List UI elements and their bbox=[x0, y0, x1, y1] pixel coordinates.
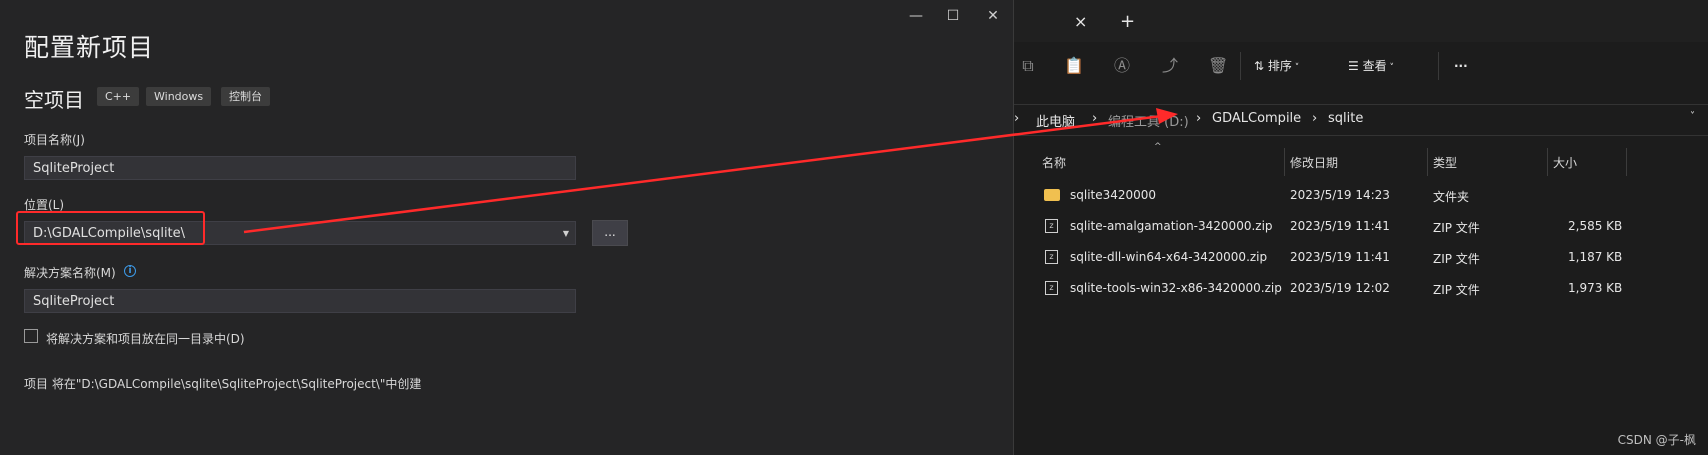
copy-icon[interactable]: ⧉ bbox=[1018, 56, 1038, 76]
view-icon: ☰ bbox=[1348, 59, 1363, 73]
file-row[interactable]: z sqlite-dll-win64-x64-3420000.zip 2023/… bbox=[1014, 244, 1708, 272]
tab-bar: × + bbox=[1014, 0, 1708, 42]
chevron-right-icon: › bbox=[1092, 111, 1098, 126]
close-icon[interactable]: ✕ bbox=[978, 6, 1008, 26]
rename-icon[interactable]: Ⓐ bbox=[1112, 56, 1132, 76]
project-name-label: 项目名称(J) bbox=[24, 133, 85, 147]
browse-button[interactable]: ... bbox=[592, 220, 628, 246]
file-name: sqlite-dll-win64-x64-3420000.zip bbox=[1070, 250, 1268, 264]
file-type: ZIP 文件 bbox=[1433, 283, 1480, 297]
sort-button[interactable]: ⇅ 排序 ˅ bbox=[1254, 56, 1299, 78]
file-type: ZIP 文件 bbox=[1433, 252, 1480, 266]
zip-icon: z bbox=[1045, 281, 1058, 295]
new-tab-icon[interactable]: + bbox=[1120, 11, 1135, 32]
more-options-button[interactable]: ··· bbox=[1454, 56, 1468, 76]
column-header-date[interactable]: 修改日期 bbox=[1290, 154, 1338, 171]
file-name: sqlite-tools-win32-x86-3420000.zip bbox=[1070, 281, 1282, 295]
info-icon[interactable]: i bbox=[124, 265, 136, 277]
column-divider[interactable] bbox=[1547, 148, 1548, 176]
file-date: 2023/5/19 14:23 bbox=[1290, 188, 1390, 202]
address-bar[interactable]: › 此电脑 › 编程工具 (D:) › GDALCompile › sqlite… bbox=[1014, 104, 1708, 136]
paste-icon[interactable]: 📋 bbox=[1064, 56, 1084, 76]
chevron-right-icon: › bbox=[1312, 111, 1318, 126]
file-date: 2023/5/19 11:41 bbox=[1290, 219, 1390, 233]
sort-ascending-icon: ^ bbox=[1154, 142, 1162, 152]
sort-icon: ⇅ bbox=[1254, 59, 1268, 73]
page-title: 配置新项目 bbox=[24, 33, 155, 62]
sort-label: 排序 bbox=[1267, 59, 1292, 73]
file-type: ZIP 文件 bbox=[1433, 221, 1480, 235]
maximize-icon[interactable]: ☐ bbox=[938, 6, 968, 26]
minimize-icon[interactable]: — bbox=[901, 6, 931, 26]
tag-cpp: C++ bbox=[97, 87, 140, 106]
tag-console: 控制台 bbox=[221, 87, 270, 106]
same-directory-checkbox[interactable] bbox=[24, 329, 38, 343]
watermark: CSDN @子-枫 bbox=[1617, 433, 1696, 447]
chevron-down-icon: ˅ bbox=[1386, 63, 1394, 73]
solution-name-label: 解决方案名称(M) bbox=[24, 266, 116, 280]
file-explorer-window: × + ⧉ 📋 Ⓐ ⤴ 🗑 ⇅ 排序 ˅ ☰ 查看 ˅ ··· › 此电脑 › … bbox=[1014, 0, 1708, 455]
column-header-name[interactable]: 名称 bbox=[1042, 154, 1066, 171]
chevron-right-icon: › bbox=[1196, 111, 1202, 126]
file-name: sqlite3420000 bbox=[1070, 188, 1157, 202]
column-divider[interactable] bbox=[1284, 148, 1285, 176]
template-name: 空项目 bbox=[24, 88, 84, 112]
file-date: 2023/5/19 11:41 bbox=[1290, 250, 1390, 264]
breadcrumb-sqlite[interactable]: sqlite bbox=[1328, 111, 1363, 126]
annotation-highlight-box bbox=[16, 211, 205, 245]
chevron-right-icon: › bbox=[1014, 111, 1020, 126]
zip-icon: z bbox=[1045, 250, 1058, 264]
create-path-note: 项目 将在"D:\GDALCompile\sqlite\SqliteProjec… bbox=[24, 377, 422, 391]
same-directory-label: 将解决方案和项目放在同一目录中(D) bbox=[46, 332, 245, 346]
tag-windows: Windows bbox=[146, 87, 212, 106]
chevron-down-icon: ˅ bbox=[1291, 63, 1300, 73]
toolbar-divider bbox=[1240, 52, 1241, 80]
zip-icon: z bbox=[1045, 219, 1058, 233]
file-size: 2,585 KB bbox=[1568, 219, 1623, 233]
file-row[interactable]: z sqlite-tools-win32-x86-3420000.zip 202… bbox=[1014, 275, 1708, 303]
tab-close-icon[interactable]: × bbox=[1074, 12, 1087, 31]
configure-project-dialog: — ☐ ✕ 配置新项目 空项目 C++ Windows 控制台 项目名称(J) … bbox=[0, 0, 1014, 455]
view-label: 查看 bbox=[1362, 59, 1387, 73]
toolbar-divider bbox=[1438, 52, 1439, 80]
dropdown-arrow-icon[interactable]: ▼ bbox=[563, 222, 569, 246]
column-header-size[interactable]: 大小 bbox=[1553, 154, 1577, 171]
solution-name-input[interactable]: SqliteProject bbox=[24, 289, 576, 313]
file-row[interactable]: z sqlite-amalgamation-3420000.zip 2023/5… bbox=[1014, 213, 1708, 241]
column-divider[interactable] bbox=[1626, 148, 1627, 176]
file-date: 2023/5/19 12:02 bbox=[1290, 281, 1390, 295]
folder-icon bbox=[1044, 189, 1060, 201]
file-type: 文件夹 bbox=[1433, 190, 1470, 204]
delete-icon[interactable]: 🗑 bbox=[1208, 56, 1228, 76]
file-size: 1,973 KB bbox=[1568, 281, 1623, 295]
breadcrumb-this-pc[interactable]: 此电脑 bbox=[1036, 111, 1075, 130]
share-icon[interactable]: ⤴ bbox=[1160, 56, 1180, 76]
breadcrumb-gdalcompile[interactable]: GDALCompile bbox=[1212, 111, 1301, 126]
view-button[interactable]: ☰ 查看 ˅ bbox=[1348, 56, 1394, 78]
file-size: 1,187 KB bbox=[1568, 250, 1623, 264]
column-header-type[interactable]: 类型 bbox=[1433, 154, 1457, 171]
project-name-input[interactable]: SqliteProject bbox=[24, 156, 576, 180]
column-divider[interactable] bbox=[1427, 148, 1428, 176]
file-name: sqlite-amalgamation-3420000.zip bbox=[1070, 219, 1273, 233]
breadcrumb-drive-d[interactable]: 编程工具 (D:) bbox=[1108, 111, 1189, 130]
address-dropdown-icon[interactable]: ˅ bbox=[1690, 111, 1695, 122]
file-row[interactable]: sqlite3420000 2023/5/19 14:23 文件夹 bbox=[1014, 182, 1708, 210]
